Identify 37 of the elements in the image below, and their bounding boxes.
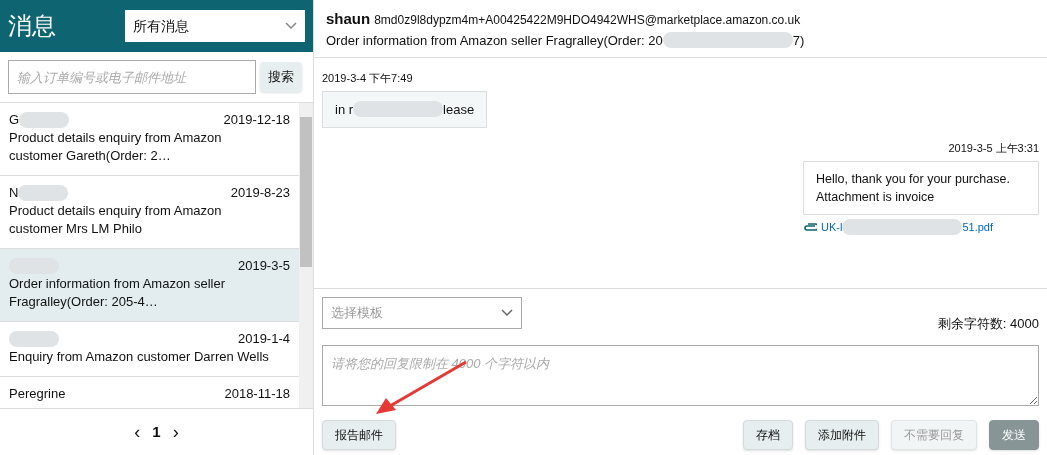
search-field[interactable]: 输入订单编号或电子邮件地址 [8,60,256,94]
sender-name: shaun [326,9,371,29]
action-button[interactable]: 报告邮件 [322,420,396,450]
scrollbar[interactable] [299,103,313,408]
message-text: lease [443,100,475,119]
search-button[interactable]: 搜索 [260,62,302,92]
message-list-item[interactable]: 2019-3-5 Order information from Amazon seller Fragralley(Order: 205-4… [0,249,299,322]
action-button[interactable]: 添加附件 [805,420,879,450]
message-time: 2019-3-5 上午3:31 [948,141,1039,156]
next-page-button[interactable]: › [172,418,179,446]
chevron-down-icon [501,309,513,317]
sender-name: N [9,184,19,202]
paperclip-icon [803,222,817,231]
message-text: in r [335,100,354,119]
page-number: 1 [152,421,161,442]
conversation-subject: 7) [792,31,805,50]
message-date: 2019-3-5 [237,257,290,275]
filter-dropdown[interactable]: 所有消息 [125,10,305,42]
message-time: 2019-3-4 下午7:49 [322,71,413,86]
previous-page-button[interactable]: ‹ [134,418,141,446]
message-subject: Product details enquiry from Amazon customer Mrs LM Philo [9,202,223,238]
sidebar-title: 消息 [8,11,56,41]
sender-name: Peregrine [9,385,66,403]
message-subject: Order information from Amazon seller Fragralley(Order: 205-4… [9,275,227,311]
message-date: 2019-12-18 [223,111,290,129]
action-button[interactable]: 存档 [743,420,793,450]
message-text: Hello, thank you for your purchase. Attachment is invoice [816,170,1011,206]
message-date: 2019-8-23 [230,184,290,202]
message-subject: Enquiry from Amazon customer Darren Wells [9,348,270,366]
conversation-subject: Order information from Amazon seller Fragralley(Order: 20 [326,31,663,50]
message-date: 2019-1-4 [237,330,290,348]
message-subject: Product details enquiry from Amazon customer Gareth(Order: 2… [9,129,223,165]
sender-address: 8md0z9l8dypzm4m+A00425422M9HDO4942WHS@marketplace.amazon.co.uk [374,12,801,29]
message-date: 2018-11-18 [224,385,290,403]
chevron-down-icon [285,22,297,30]
sender-name: G [9,111,20,129]
remaining-characters: 剩余字符数: 4000 [937,314,1039,333]
